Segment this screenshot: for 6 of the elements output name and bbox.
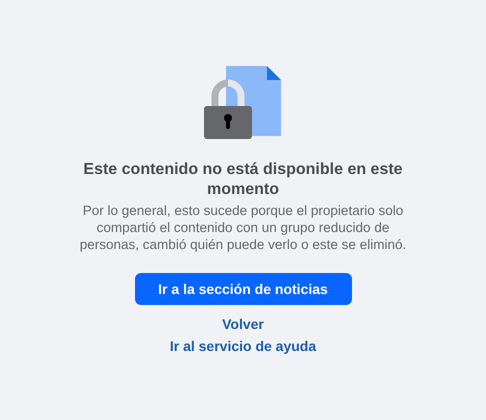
error-message: Por lo general, esto sucede porque el propietario solo compartió el contenido con un grupo reducido de personas, cambió quién puede verlo o este se eliminó. [78,202,408,253]
error-title: Este contenido no está disponible en este momento [83,160,403,200]
text-link[interactable]: Volver [222,315,264,333]
news-feed-button[interactable]: Ir a la sección de noticias [134,273,352,305]
text-link[interactable]: Ir al servicio de ayuda [170,337,316,355]
locked-document-icon [204,66,282,141]
